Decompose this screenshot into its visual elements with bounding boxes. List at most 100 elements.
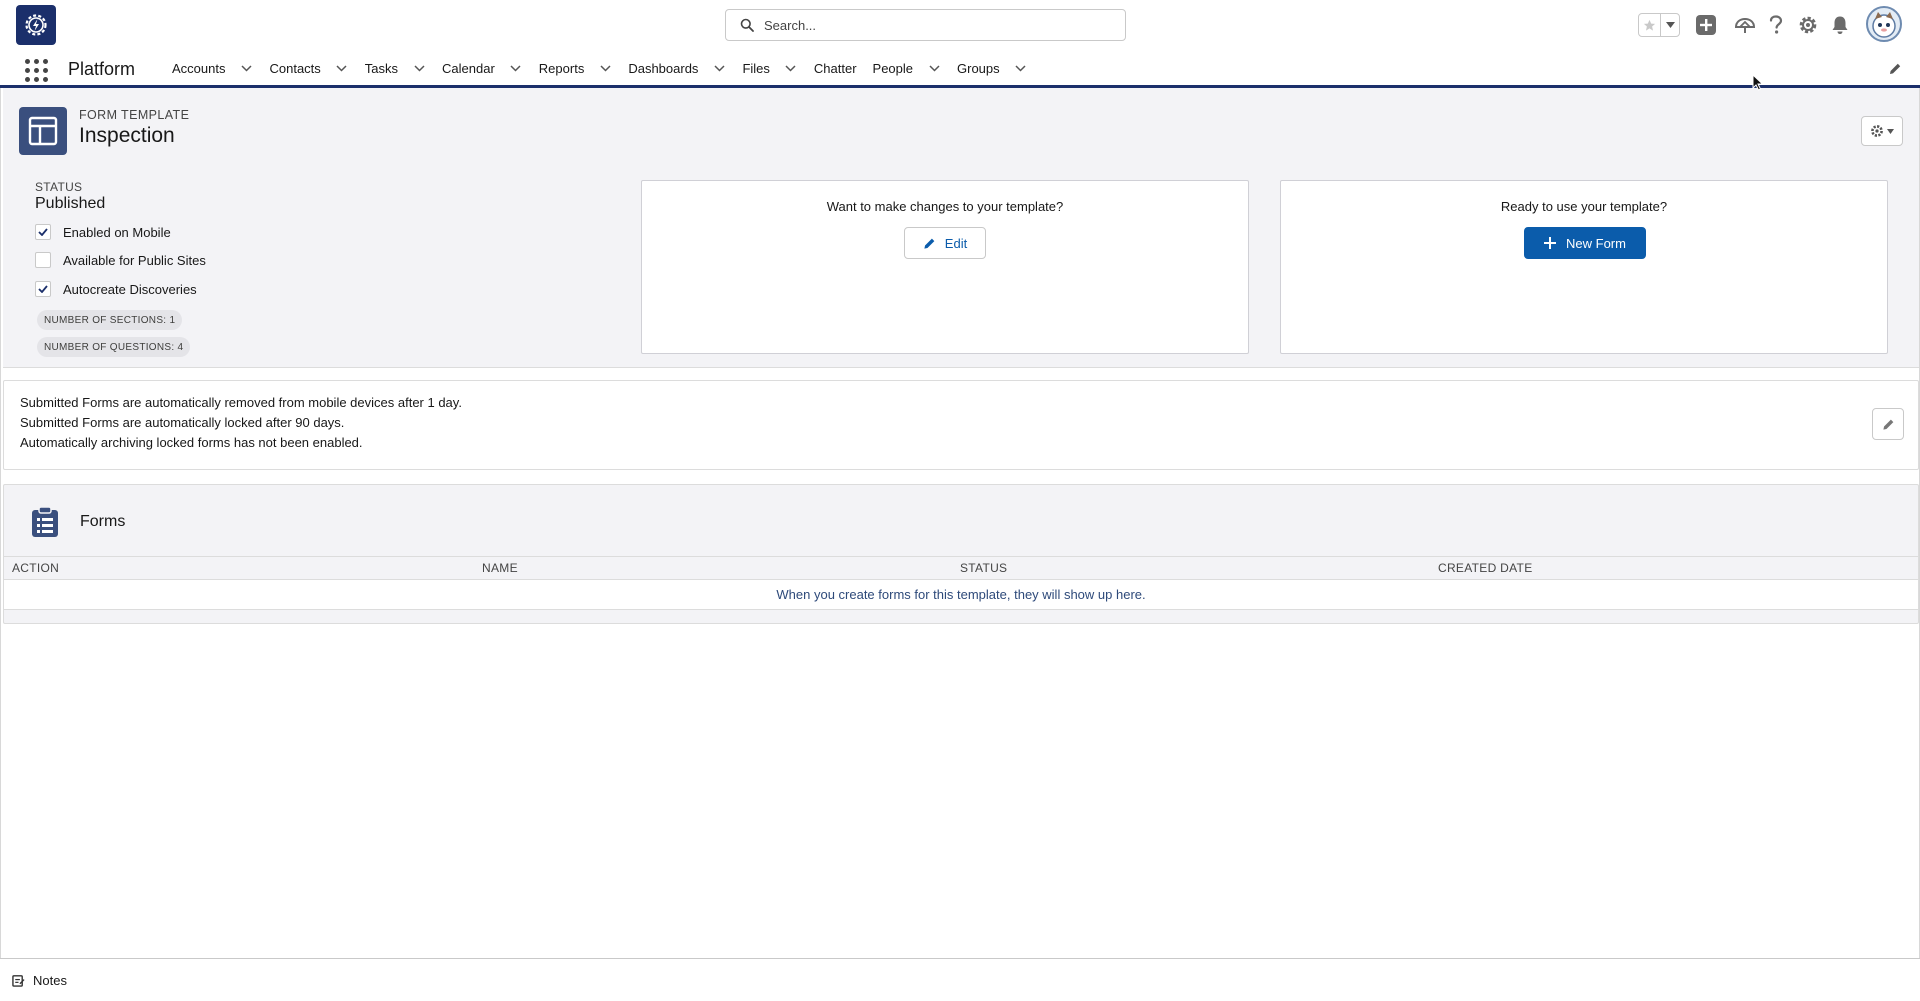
nav-item-dashboards[interactable]: Dashboards xyxy=(628,52,726,85)
nav-item-contacts[interactable]: Contacts xyxy=(269,52,348,85)
new-form-button[interactable]: New Form xyxy=(1524,227,1646,259)
chevron-down-icon[interactable] xyxy=(927,62,941,76)
search-icon xyxy=(740,18,754,32)
nav-item-label: Tasks xyxy=(364,61,399,76)
edit-nav-button[interactable] xyxy=(1888,62,1902,81)
nav-item-label: Accounts xyxy=(172,61,226,76)
chevron-down-icon[interactable] xyxy=(712,62,726,76)
astro-avatar-icon xyxy=(1872,12,1896,38)
forms-list-title: Forms xyxy=(80,513,126,530)
record-actions-button[interactable] xyxy=(1861,116,1903,146)
notifications-bell-icon xyxy=(1832,16,1848,34)
app-name: Platform xyxy=(68,59,136,79)
chevron-down-icon[interactable] xyxy=(1014,62,1028,76)
chevron-down-icon[interactable] xyxy=(335,62,349,76)
edit-button-label: Edit xyxy=(944,235,968,251)
clipboard-list-icon xyxy=(30,506,60,543)
enabled-on-mobile-checkbox[interactable] xyxy=(35,224,51,240)
nav-item-label: Dashboards xyxy=(628,61,699,76)
trailhead-button[interactable] xyxy=(1732,8,1758,42)
chevron-down-icon[interactable] xyxy=(239,62,253,76)
favorites-star-button[interactable] xyxy=(1639,14,1661,36)
chevron-down-icon[interactable] xyxy=(412,62,426,76)
sections-count-badge: NUMBER OF SECTIONS: 1 xyxy=(37,310,183,330)
favorites-menu-button[interactable] xyxy=(1661,14,1679,36)
use-template-panel: Ready to use your template? New Form xyxy=(1280,180,1888,354)
nav-item-reports[interactable]: Reports xyxy=(539,52,613,85)
column-header-created-date[interactable]: CREATED DATE xyxy=(1438,557,1916,579)
setup-button[interactable] xyxy=(1796,8,1820,42)
record-title: Inspection xyxy=(79,124,175,147)
gear-bolt-logo-icon xyxy=(25,14,47,36)
app-logo[interactable] xyxy=(16,5,56,45)
edit-button[interactable]: Edit xyxy=(904,227,986,259)
checkbox-label: Enabled on Mobile xyxy=(63,224,171,240)
notes-utility-item[interactable]: Notes xyxy=(12,973,67,988)
column-header-status[interactable]: STATUS xyxy=(960,557,1438,579)
checkbox-label: Autocreate Discoveries xyxy=(63,281,197,297)
nav-item-accounts[interactable]: Accounts xyxy=(172,52,253,85)
info-line: Submitted Forms are automatically remove… xyxy=(20,395,462,410)
retention-info-card: Submitted Forms are automatically remove… xyxy=(3,380,1919,470)
notifications-button[interactable] xyxy=(1828,8,1852,42)
chevron-down-icon[interactable] xyxy=(509,62,523,76)
help-icon xyxy=(1769,15,1783,34)
available-public-sites-row: Available for Public Sites xyxy=(35,252,206,268)
help-button[interactable] xyxy=(1765,8,1787,42)
autocreate-discoveries-checkbox[interactable] xyxy=(35,281,51,297)
record-highlights: FORM TEMPLATE Inspection STATUS Publishe… xyxy=(3,88,1919,368)
record-type-label: FORM TEMPLATE xyxy=(79,108,190,122)
edit-template-prompt: Want to make changes to your template? xyxy=(826,199,1064,214)
edit-retention-button[interactable] xyxy=(1872,408,1904,440)
nav-item-tasks[interactable]: Tasks xyxy=(365,52,426,85)
available-public-sites-checkbox[interactable] xyxy=(35,252,51,268)
notes-label: Notes xyxy=(33,972,67,988)
use-template-prompt: Ready to use your template? xyxy=(1500,199,1668,214)
setup-gear-icon xyxy=(1799,16,1817,34)
global-header xyxy=(0,0,1920,52)
checkbox-label: Available for Public Sites xyxy=(63,252,206,268)
nav-item-label: Groups xyxy=(957,61,1000,76)
app-navigation: Platform Accounts Contacts Tasks Calenda… xyxy=(0,52,1920,88)
search-input[interactable] xyxy=(764,17,1094,33)
status-label: STATUS xyxy=(35,180,83,194)
nav-item-label: Reports xyxy=(538,61,585,76)
gear-icon xyxy=(1871,125,1883,137)
column-header-action[interactable]: ACTION xyxy=(4,557,482,579)
favorites-group[interactable] xyxy=(1638,13,1680,37)
form-template-icon xyxy=(19,107,67,155)
edit-template-panel: Want to make changes to your template? E… xyxy=(641,180,1249,354)
nav-item-chatter[interactable]: Chatter xyxy=(814,52,857,85)
autocreate-discoveries-row: Autocreate Discoveries xyxy=(35,281,197,297)
info-line: Automatically archiving locked forms has… xyxy=(20,435,363,450)
global-search[interactable] xyxy=(725,9,1126,41)
nav-item-label: People xyxy=(872,61,914,76)
pencil-icon xyxy=(924,238,935,249)
trailhead-icon xyxy=(1734,17,1756,33)
pencil-icon xyxy=(1890,63,1901,74)
nav-item-groups[interactable]: Groups xyxy=(957,52,1028,85)
notes-icon xyxy=(12,974,25,987)
user-avatar[interactable] xyxy=(1866,6,1902,42)
nav-items: Accounts Contacts Tasks Calendar Reports… xyxy=(172,52,1044,85)
nav-item-people[interactable]: People xyxy=(873,52,941,85)
plus-icon xyxy=(1544,237,1557,249)
enabled-on-mobile-row: Enabled on Mobile xyxy=(35,224,171,240)
mouse-cursor-icon xyxy=(1752,73,1764,96)
chevron-down-icon[interactable] xyxy=(784,62,798,76)
new-form-button-label: New Form xyxy=(1566,235,1626,251)
forms-table: ACTION NAME STATUS CREATED DATE When you… xyxy=(4,556,1918,610)
nav-item-calendar[interactable]: Calendar xyxy=(442,52,523,85)
column-header-name[interactable]: NAME xyxy=(482,557,960,579)
app-launcher-icon[interactable] xyxy=(24,58,48,82)
forms-related-list: Forms ACTION NAME STATUS CREATED DATE Wh… xyxy=(3,484,1919,624)
utility-bar: Notes xyxy=(0,958,1920,1001)
star-icon xyxy=(1643,19,1656,31)
nav-item-files[interactable]: Files xyxy=(742,52,797,85)
record-workspace: FORM TEMPLATE Inspection STATUS Publishe… xyxy=(0,88,1920,958)
table-header-row: ACTION NAME STATUS CREATED DATE xyxy=(4,556,1918,580)
chevron-down-icon[interactable] xyxy=(598,62,612,76)
questions-count-badge: NUMBER OF QUESTIONS: 4 xyxy=(37,337,191,357)
global-add-button[interactable] xyxy=(1694,8,1718,42)
status-value: Published xyxy=(35,195,106,212)
